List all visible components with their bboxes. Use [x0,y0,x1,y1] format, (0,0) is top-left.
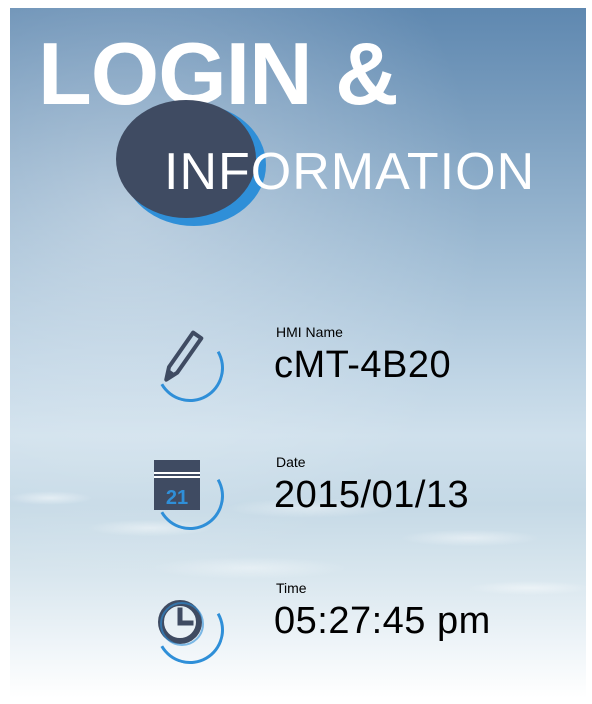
calendar-icon: 21 [144,442,234,538]
time-value: 05:27:45 pm [274,600,491,642]
date-row: 21 Date 2015/01/13 [10,442,586,552]
date-label: Date [276,454,306,470]
hmi-name-value: cMT-4B20 [274,344,452,386]
hmi-name-label: HMI Name [276,324,343,340]
time-row: Time 05:27:45 pm [10,576,586,686]
page-title: LOGIN & [38,24,399,123]
pencil-icon [144,314,234,410]
hmi-name-row: HMI Name cMT-4B20 [10,314,586,424]
page-subtitle: INFORMATION [164,143,536,201]
date-value: 2015/01/13 [274,474,470,516]
login-info-panel: LOGIN & INFORMATION HMI Name cMT-4B20 21 [10,8,586,698]
time-label: Time [276,580,307,596]
clock-icon [144,576,234,672]
calendar-day-text: 21 [166,487,188,509]
